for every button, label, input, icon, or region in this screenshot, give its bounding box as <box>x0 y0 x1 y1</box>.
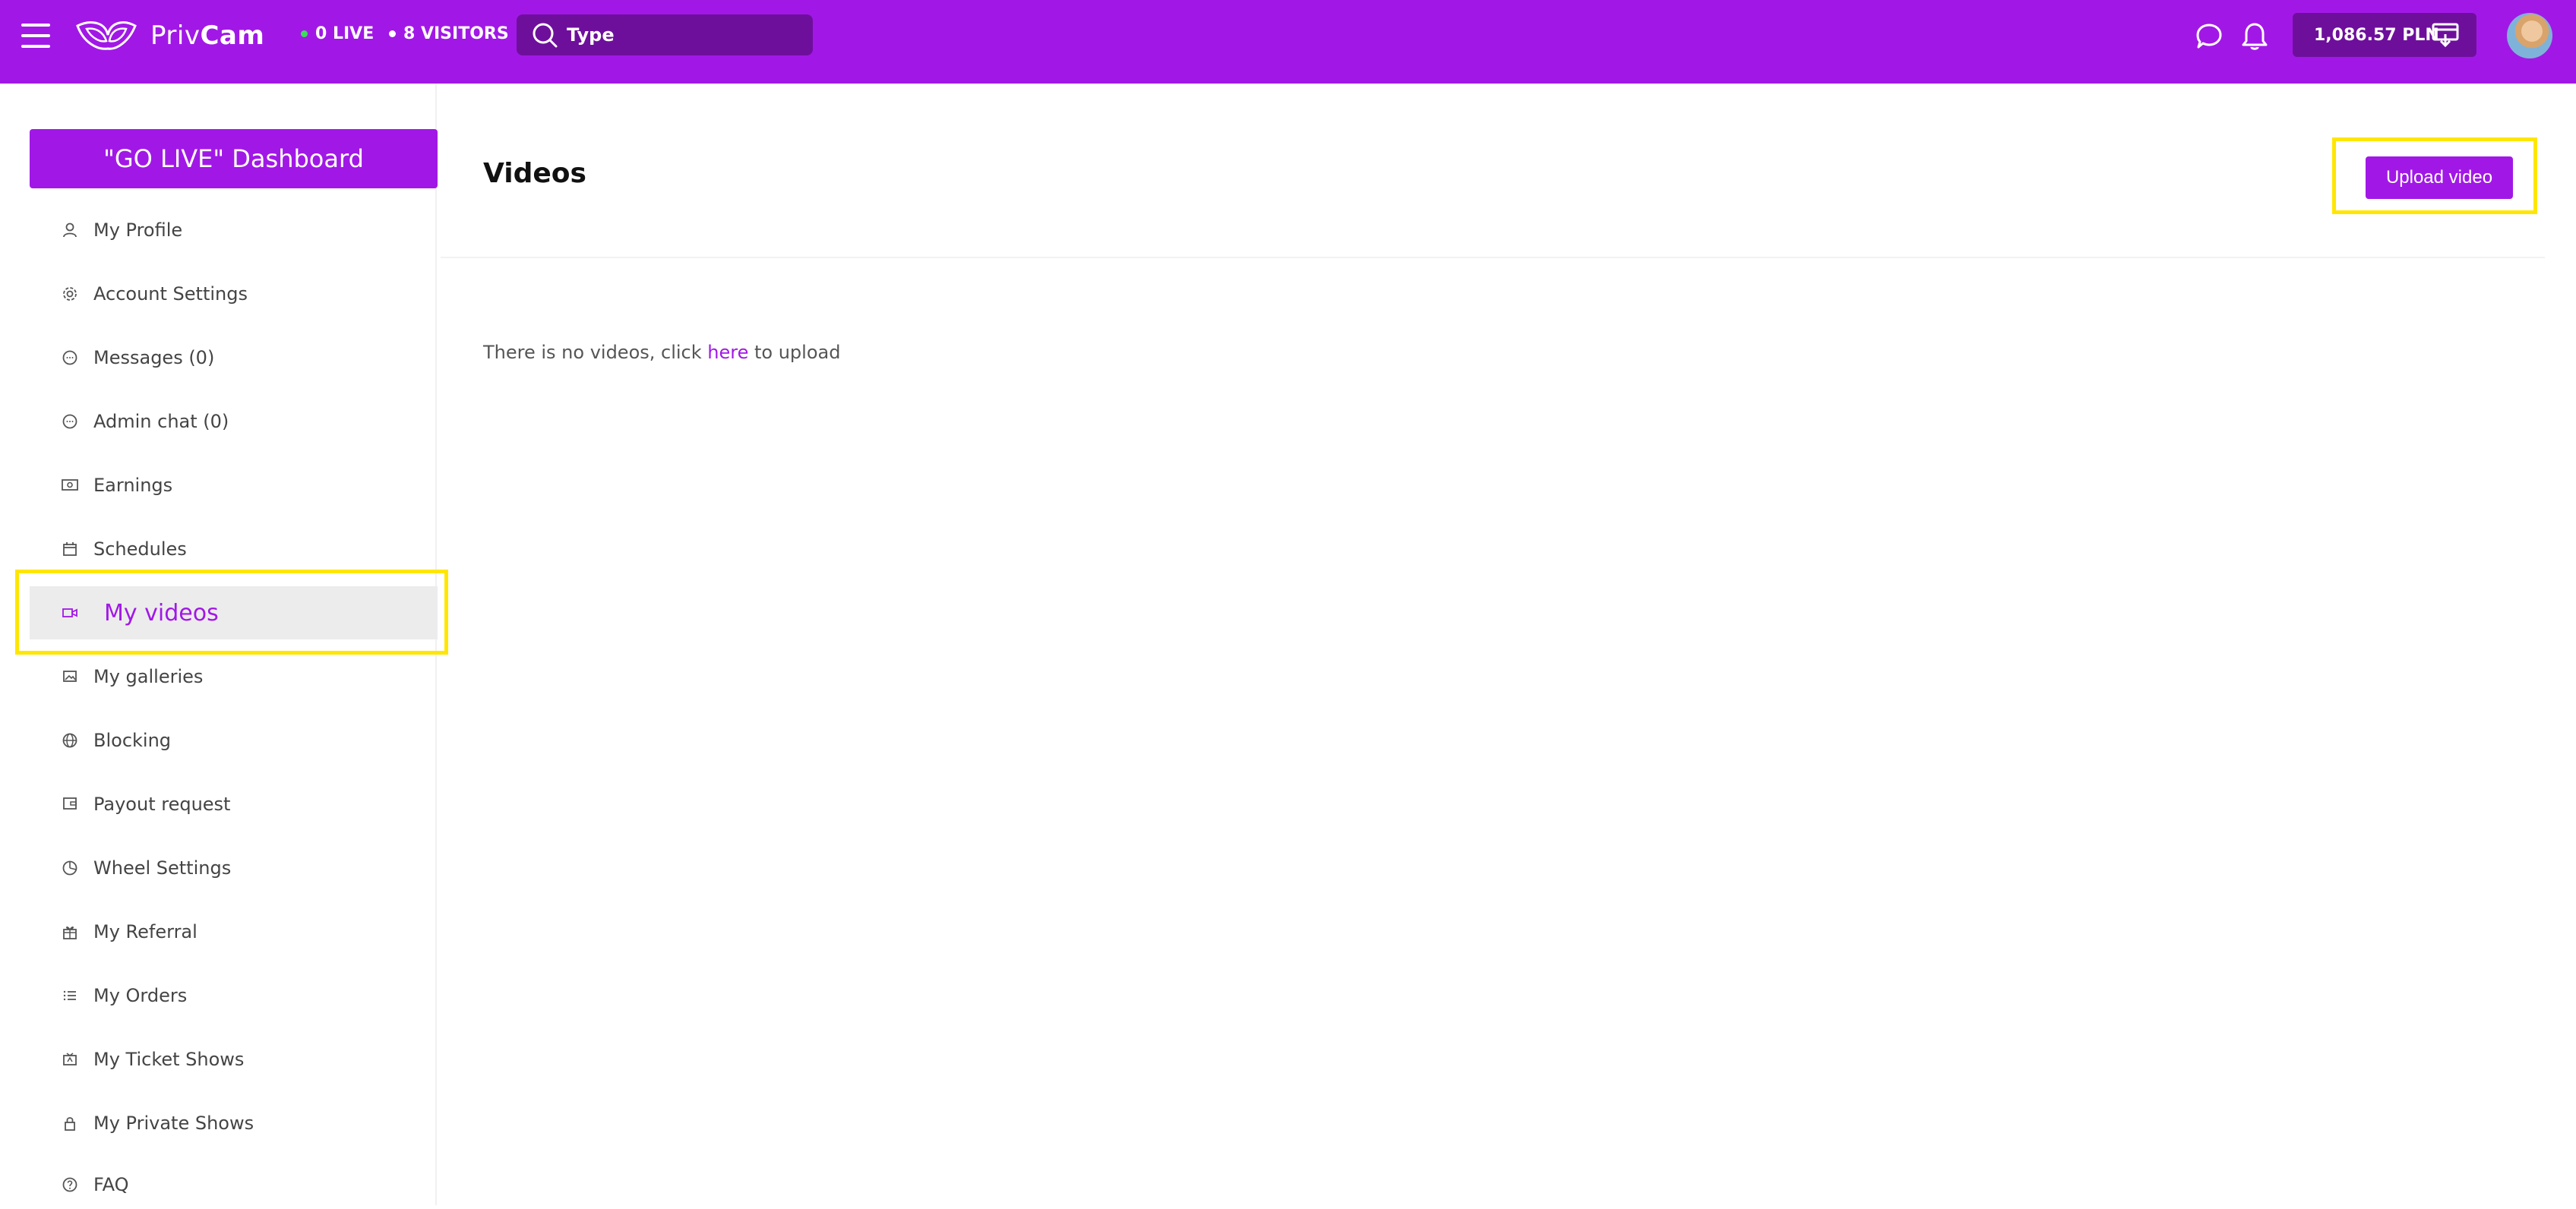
sidebar-item-schedules[interactable]: Schedules <box>30 522 438 576</box>
balance-amount: 1,086.57 PLN <box>2314 25 2439 45</box>
live-dot-icon <box>301 30 308 37</box>
sidebar-item-payout-request[interactable]: Payout request <box>30 778 438 831</box>
sidebar-item-my-ticket-shows[interactable]: My Ticket Shows <box>30 1033 438 1086</box>
pie-icon <box>60 858 80 878</box>
list-icon <box>60 986 80 1005</box>
sidebar-item-label: Earnings <box>93 475 173 496</box>
chat-icon <box>60 348 80 368</box>
sidebar-item-label: My Referral <box>93 921 198 942</box>
chat-icon[interactable] <box>2194 21 2224 52</box>
sidebar-item-my-orders[interactable]: My Orders <box>30 969 438 1022</box>
sidebar-item-blocking[interactable]: Blocking <box>30 714 438 767</box>
sidebar-item-faq[interactable]: FAQ <box>30 1160 438 1209</box>
sidebar-item-label: Admin chat (0) <box>93 411 229 432</box>
sidebar-item-earnings[interactable]: Earnings <box>30 459 438 512</box>
top-bar: PrivCam 0 LIVE 8 VISITORS 1,086.57 PLN <box>0 0 2576 84</box>
ticket-icon <box>60 1050 80 1069</box>
sidebar-item-label: My Orders <box>93 985 188 1006</box>
sidebar-item-messages[interactable]: Messages (0) <box>30 331 438 384</box>
globe-icon <box>60 731 80 750</box>
sidebar-item-label: Payout request <box>93 794 231 815</box>
upload-here-link[interactable]: here <box>707 342 748 363</box>
gift-icon <box>60 922 80 942</box>
search-icon <box>533 23 558 48</box>
sidebar-item-label: Schedules <box>93 538 187 560</box>
live-count: 0 LIVE <box>301 24 374 43</box>
menu-icon[interactable] <box>21 24 50 48</box>
user-icon <box>60 220 80 240</box>
lock-icon <box>60 1113 80 1133</box>
sidebar-item-label: Blocking <box>93 730 172 751</box>
wallet-icon <box>2431 22 2460 52</box>
gear-icon <box>60 284 80 304</box>
wallet-icon <box>60 794 80 814</box>
sidebar-item-label: My galleries <box>93 666 204 687</box>
sidebar-item-my-galleries[interactable]: My galleries <box>30 650 438 703</box>
sidebar-item-label: FAQ <box>93 1174 129 1195</box>
highlight-upload-video <box>2332 137 2537 214</box>
sidebar-item-account-settings[interactable]: Account Settings <box>30 267 438 320</box>
image-icon <box>60 667 80 687</box>
sidebar-item-label: My Private Shows <box>93 1113 254 1134</box>
logo-text: PrivCam <box>150 21 265 51</box>
sidebar-item-my-profile[interactable]: My Profile <box>30 204 438 257</box>
sidebar-item-label: Account Settings <box>93 283 248 305</box>
sidebar-item-label: Wheel Settings <box>93 857 232 879</box>
go-live-dashboard-button[interactable]: "GO LIVE" Dashboard <box>30 129 438 188</box>
sidebar-item-admin-chat[interactable]: Admin chat (0) <box>30 395 438 448</box>
sidebar-item-label: My Ticket Shows <box>93 1049 245 1070</box>
cash-icon <box>60 475 80 495</box>
sidebar-item-label: My Profile <box>93 219 183 241</box>
header-divider <box>441 257 2545 258</box>
help-icon <box>60 1175 80 1195</box>
page-title: Videos <box>483 158 586 189</box>
calendar-icon <box>60 539 80 559</box>
visitors-dot-icon <box>389 30 396 37</box>
visitors-count: 8 VISITORS <box>389 24 509 43</box>
sidebar-item-label: Messages (0) <box>93 347 215 368</box>
logo-icon <box>76 21 137 50</box>
search-input[interactable] <box>567 24 795 46</box>
empty-state-message: There is no videos, click here to upload <box>483 342 841 363</box>
avatar[interactable] <box>2507 13 2552 58</box>
chat-icon <box>60 412 80 431</box>
bell-icon[interactable] <box>2239 21 2270 52</box>
search-box[interactable] <box>517 14 813 55</box>
sidebar-item-my-private-shows[interactable]: My Private Shows <box>30 1097 438 1150</box>
sidebar-item-my-referral[interactable]: My Referral <box>30 905 438 958</box>
balance-button[interactable]: 1,086.57 PLN <box>2293 13 2476 57</box>
highlight-my-videos <box>15 570 448 655</box>
logo[interactable]: PrivCam <box>74 17 264 55</box>
sidebar-item-wheel-settings[interactable]: Wheel Settings <box>30 841 438 895</box>
